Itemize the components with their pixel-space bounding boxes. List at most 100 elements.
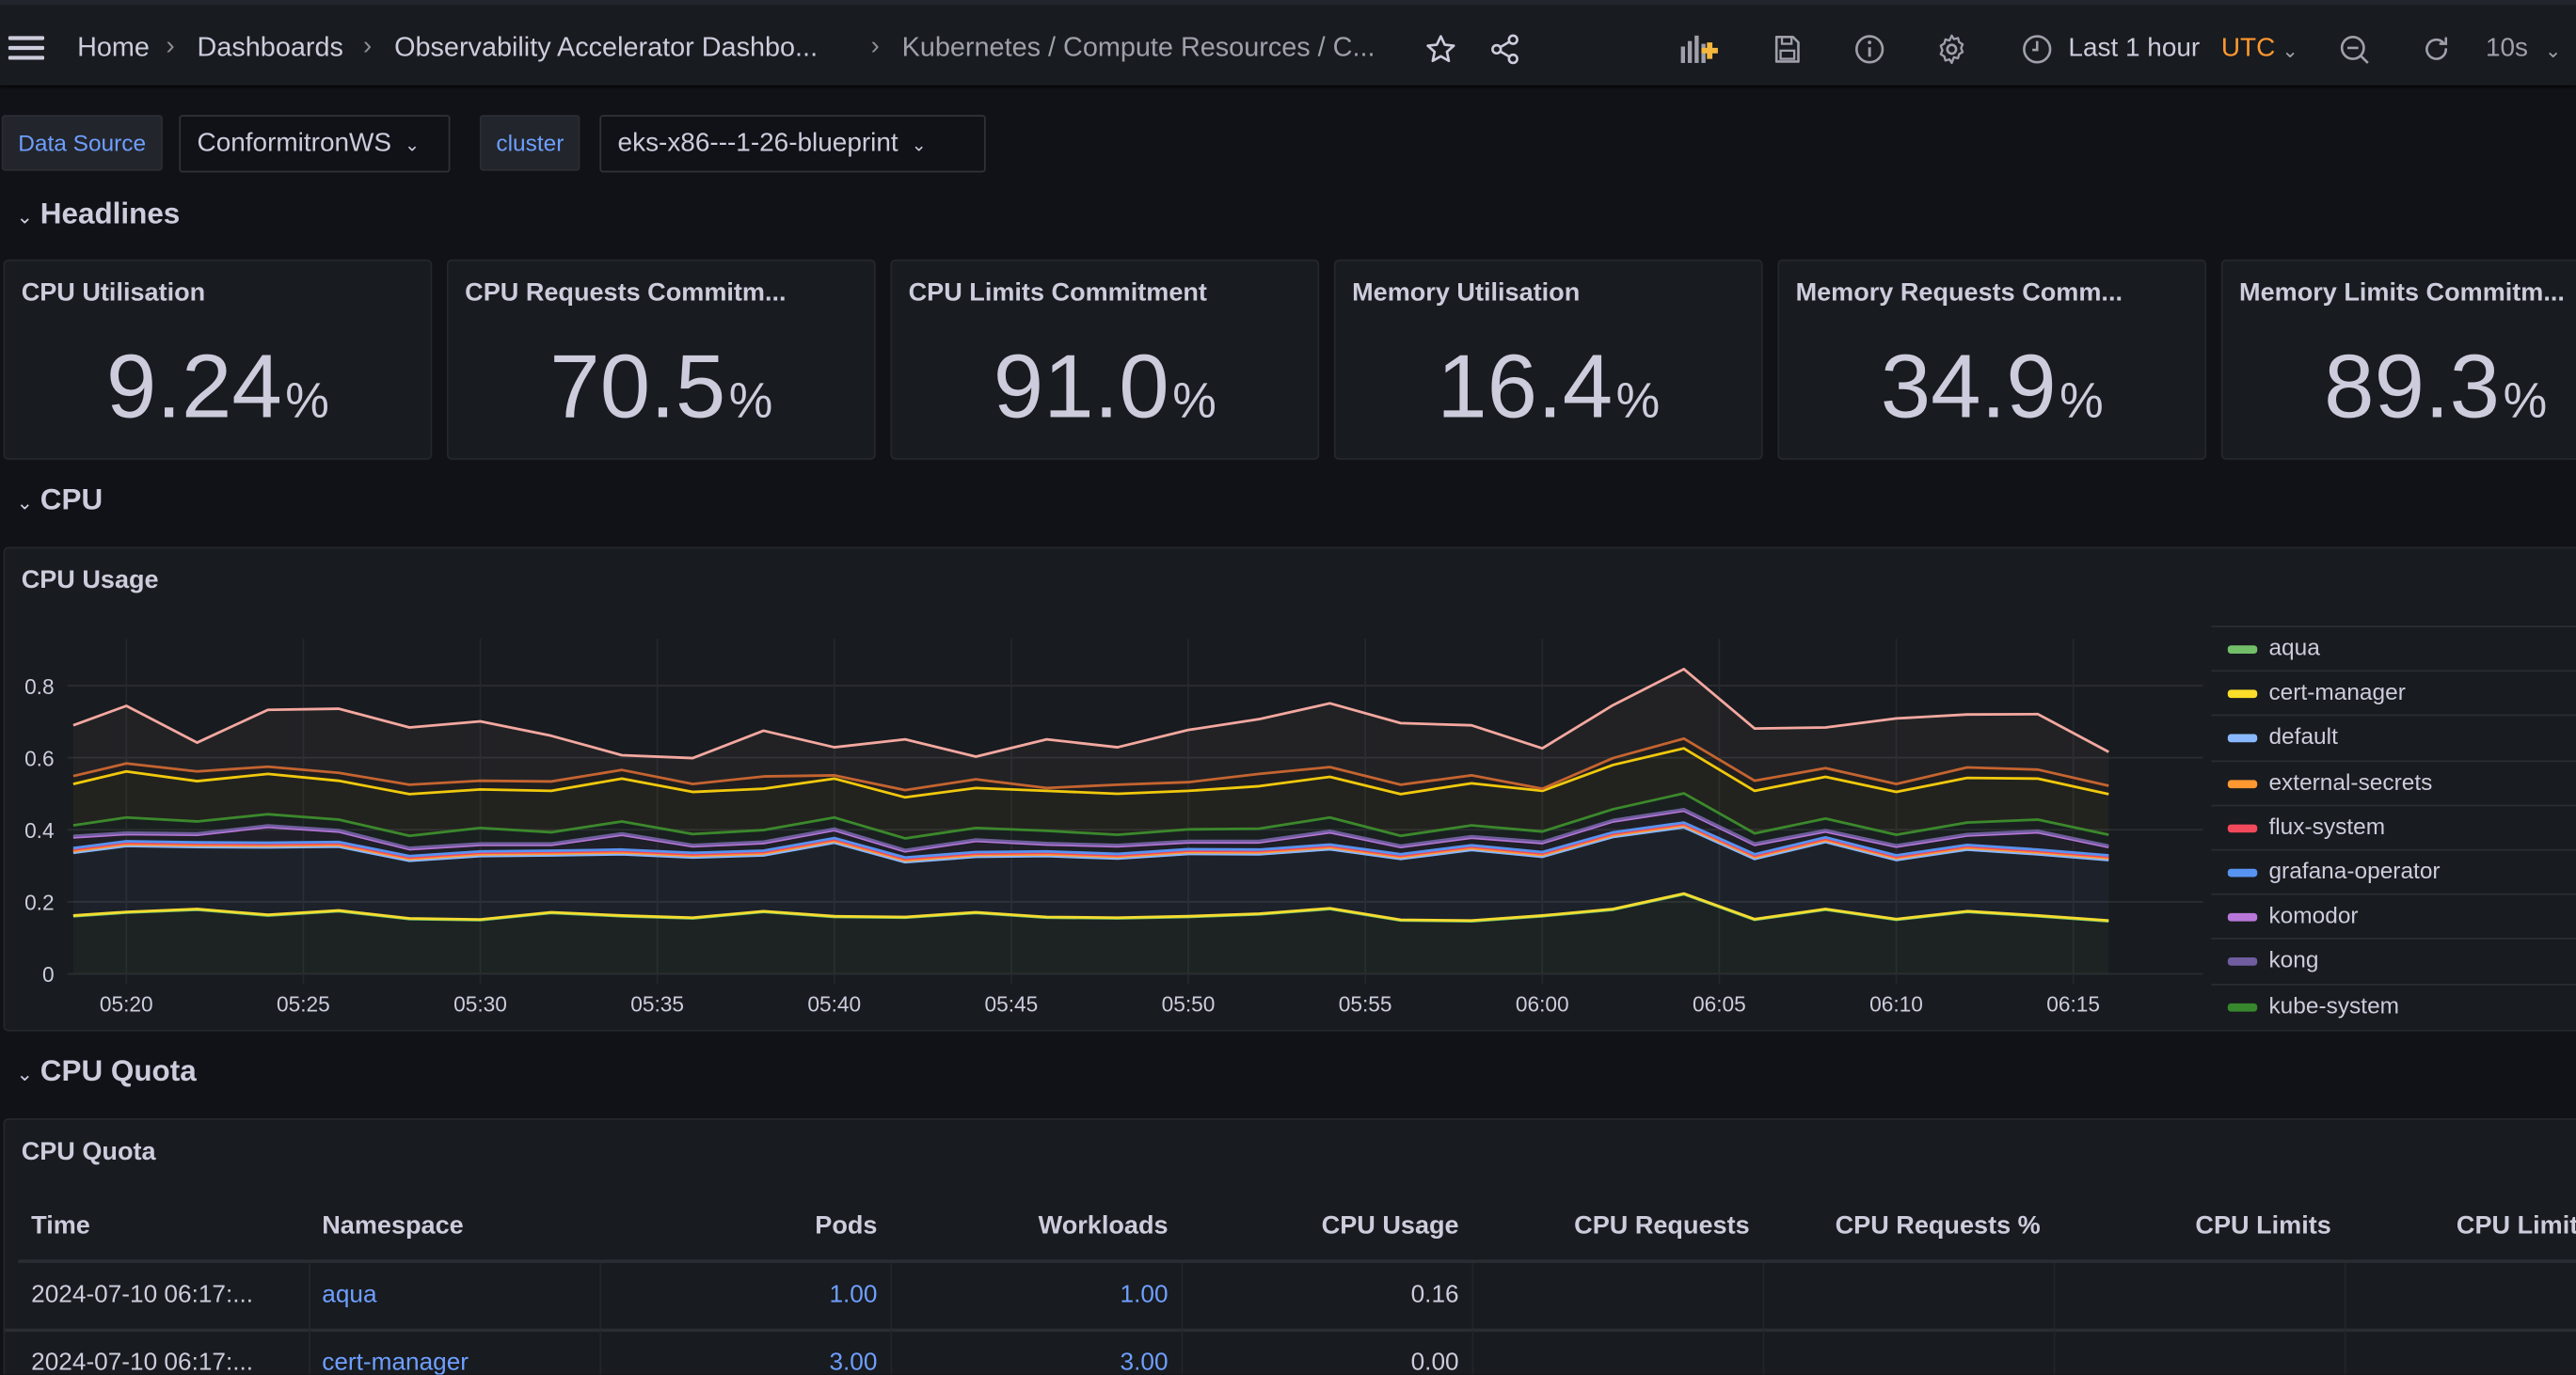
legend-swatch: [2227, 957, 2258, 967]
stat-value: 34.9: [1880, 335, 2057, 437]
column-header[interactable]: Pods: [599, 1212, 877, 1241]
cell-time: 2024-07-10 06:17:...: [31, 1348, 254, 1375]
legend-item-external-secrets[interactable]: external-secrets: [2211, 759, 2576, 804]
cell-pods[interactable]: 1.00: [599, 1281, 877, 1309]
y-tick-label: 0: [42, 962, 55, 987]
x-tick-label: 05:20: [100, 992, 153, 1017]
stat-value: 91.0: [993, 335, 1169, 437]
cell-divider: [1762, 1330, 1765, 1375]
chevron-down-icon: ⌄: [404, 135, 421, 156]
chevron-down-icon[interactable]: ⌄: [2282, 40, 2298, 62]
stat-unit: %: [2503, 374, 2548, 429]
variable-label-data-source: Data Source: [1, 115, 163, 171]
stat-unit: %: [1615, 374, 1661, 429]
legend-item-kube-system[interactable]: kube-system: [2211, 983, 2576, 1027]
add-panel-icon[interactable]: [1676, 33, 1722, 66]
save-icon[interactable]: [1771, 33, 1804, 66]
cpu-usage-panel: CPU Usage 0 0.2 0.4 0.6 0.8 05:20 05:25 05:30 05…: [3, 546, 2576, 1033]
chevron-down-icon: ⌄: [16, 205, 34, 229]
menu-icon[interactable]: [8, 31, 45, 64]
breadcrumb-separator: ›: [870, 32, 880, 61]
cell-namespace[interactable]: cert-manager: [322, 1349, 469, 1375]
cpu-usage-chart[interactable]: 0 0.2 0.4 0.6 0.8 05:20 05:25 05:30 05:35 05:40 05…: [5, 548, 2206, 1033]
cell-time: 2024-07-10 06:17:...: [31, 1281, 254, 1309]
cell-workloads[interactable]: 1.00: [890, 1281, 1169, 1309]
data-source-select[interactable]: ConformitronWS ⌄: [179, 115, 451, 173]
legend-label: flux-system: [2268, 812, 2386, 839]
info-icon[interactable]: [1853, 33, 1886, 66]
cell-namespace[interactable]: aqua: [322, 1281, 376, 1309]
legend-swatch: [2227, 779, 2258, 788]
chevron-down-icon: ⌄: [16, 1062, 34, 1086]
row-cpu-quota[interactable]: ⌄ CPU Quota: [16, 1054, 196, 1089]
stat-panel: CPU Requests Commitm... 70.5%: [446, 259, 876, 460]
legend-label: aqua: [2268, 634, 2320, 660]
gear-icon[interactable]: [1935, 33, 1968, 66]
breadcrumb-home[interactable]: Home: [77, 33, 150, 64]
legend-swatch: [2227, 645, 2258, 654]
stat-unit: %: [2059, 374, 2104, 429]
legend-item-komodor[interactable]: komodor: [2211, 893, 2576, 938]
table-row: 2024-07-10 06:17:... cert-manager 3.00 3.00…: [5, 1330, 2576, 1375]
time-range-picker[interactable]: Last 1 hour: [2068, 35, 2200, 64]
column-header[interactable]: CPU Requests %: [1763, 1212, 2041, 1241]
legend-label: external-secrets: [2268, 767, 2433, 795]
breadcrumb-separator: ›: [362, 32, 373, 61]
x-tick-label: 05:55: [1339, 992, 1392, 1017]
refresh-interval-picker[interactable]: 10s: [2486, 35, 2528, 64]
panel-title: CPU Quota: [21, 1138, 156, 1166]
column-header[interactable]: Namespace: [322, 1212, 463, 1241]
legend-label: default: [2268, 722, 2338, 750]
stat-panel: Memory Utilisation 16.4%: [1333, 259, 1763, 460]
legend-item-kong[interactable]: kong: [2211, 938, 2576, 983]
column-header[interactable]: CPU Limits %: [2345, 1212, 2576, 1241]
legend-item-aqua[interactable]: aqua: [2211, 625, 2576, 670]
clock-icon[interactable]: [2021, 33, 2054, 66]
column-header[interactable]: CPU Usage: [1181, 1212, 1459, 1241]
cell-divider: [309, 1330, 311, 1375]
star-icon[interactable]: [1424, 33, 1457, 66]
breadcrumb-dashboards[interactable]: Dashboards: [198, 33, 343, 64]
cell-divider: [2053, 1330, 2056, 1375]
breadcrumb-current-dashboard: Kubernetes / Compute Resources / C...: [901, 32, 1375, 63]
cell-cpu-usage: 0.00: [1410, 1348, 1459, 1375]
legend-item-grafana-operator[interactable]: grafana-operator: [2211, 848, 2576, 893]
stat-value-display: 16.4%: [1336, 333, 1761, 438]
breadcrumb-separator: ›: [166, 32, 175, 61]
timezone-label[interactable]: UTC: [2221, 35, 2275, 64]
cell-workloads[interactable]: 3.00: [890, 1349, 1169, 1375]
legend-label: kong: [2268, 946, 2319, 973]
row-cpu[interactable]: ⌄ CPU: [16, 482, 103, 517]
legend-item-cert-manager[interactable]: cert-manager: [2211, 670, 2576, 715]
series-area: [72, 669, 2109, 791]
chevron-down-icon: ⌄: [911, 135, 927, 156]
row-headlines[interactable]: ⌄ Headlines: [16, 198, 180, 232]
data-source-value: ConformitronWS: [197, 129, 392, 158]
legend-item-flux-system[interactable]: flux-system: [2211, 804, 2576, 848]
x-tick-label: 05:40: [807, 992, 861, 1017]
column-header[interactable]: Workloads: [890, 1212, 1169, 1241]
stat-value: 89.3: [2324, 335, 2501, 437]
cpu-quota-panel: CPU Quota Time Namespace Pods Workloads CPU …: [3, 1118, 2576, 1375]
row-title: CPU: [40, 482, 103, 516]
column-header[interactable]: CPU Limits: [2054, 1212, 2330, 1241]
legend-label: kube-system: [2268, 990, 2400, 1018]
legend-item-default[interactable]: default: [2211, 715, 2576, 759]
variable-label-cluster: cluster: [479, 115, 580, 171]
cluster-select[interactable]: eks-x86---1-26-blueprint ⌄: [599, 115, 986, 173]
breadcrumb-folder[interactable]: Observability Accelerator Dashbo...: [394, 33, 818, 64]
column-header[interactable]: Time: [31, 1212, 90, 1241]
legend-swatch: [2227, 1003, 2258, 1011]
cell-divider: [2344, 1262, 2346, 1329]
refresh-icon[interactable]: [2420, 33, 2453, 66]
cell-pods[interactable]: 3.00: [599, 1349, 877, 1375]
legend-swatch: [2227, 689, 2258, 699]
chevron-down-icon[interactable]: ⌄: [2545, 40, 2562, 62]
share-icon[interactable]: [1488, 33, 1521, 66]
cluster-value: eks-x86---1-26-blueprint: [617, 129, 898, 158]
chevron-down-icon: ⌄: [16, 491, 34, 514]
x-tick-label: 05:50: [1162, 992, 1216, 1017]
column-header[interactable]: CPU Requests: [1472, 1212, 1750, 1241]
zoom-out-icon[interactable]: [2338, 33, 2371, 66]
legend-label: grafana-operator: [2268, 857, 2441, 884]
